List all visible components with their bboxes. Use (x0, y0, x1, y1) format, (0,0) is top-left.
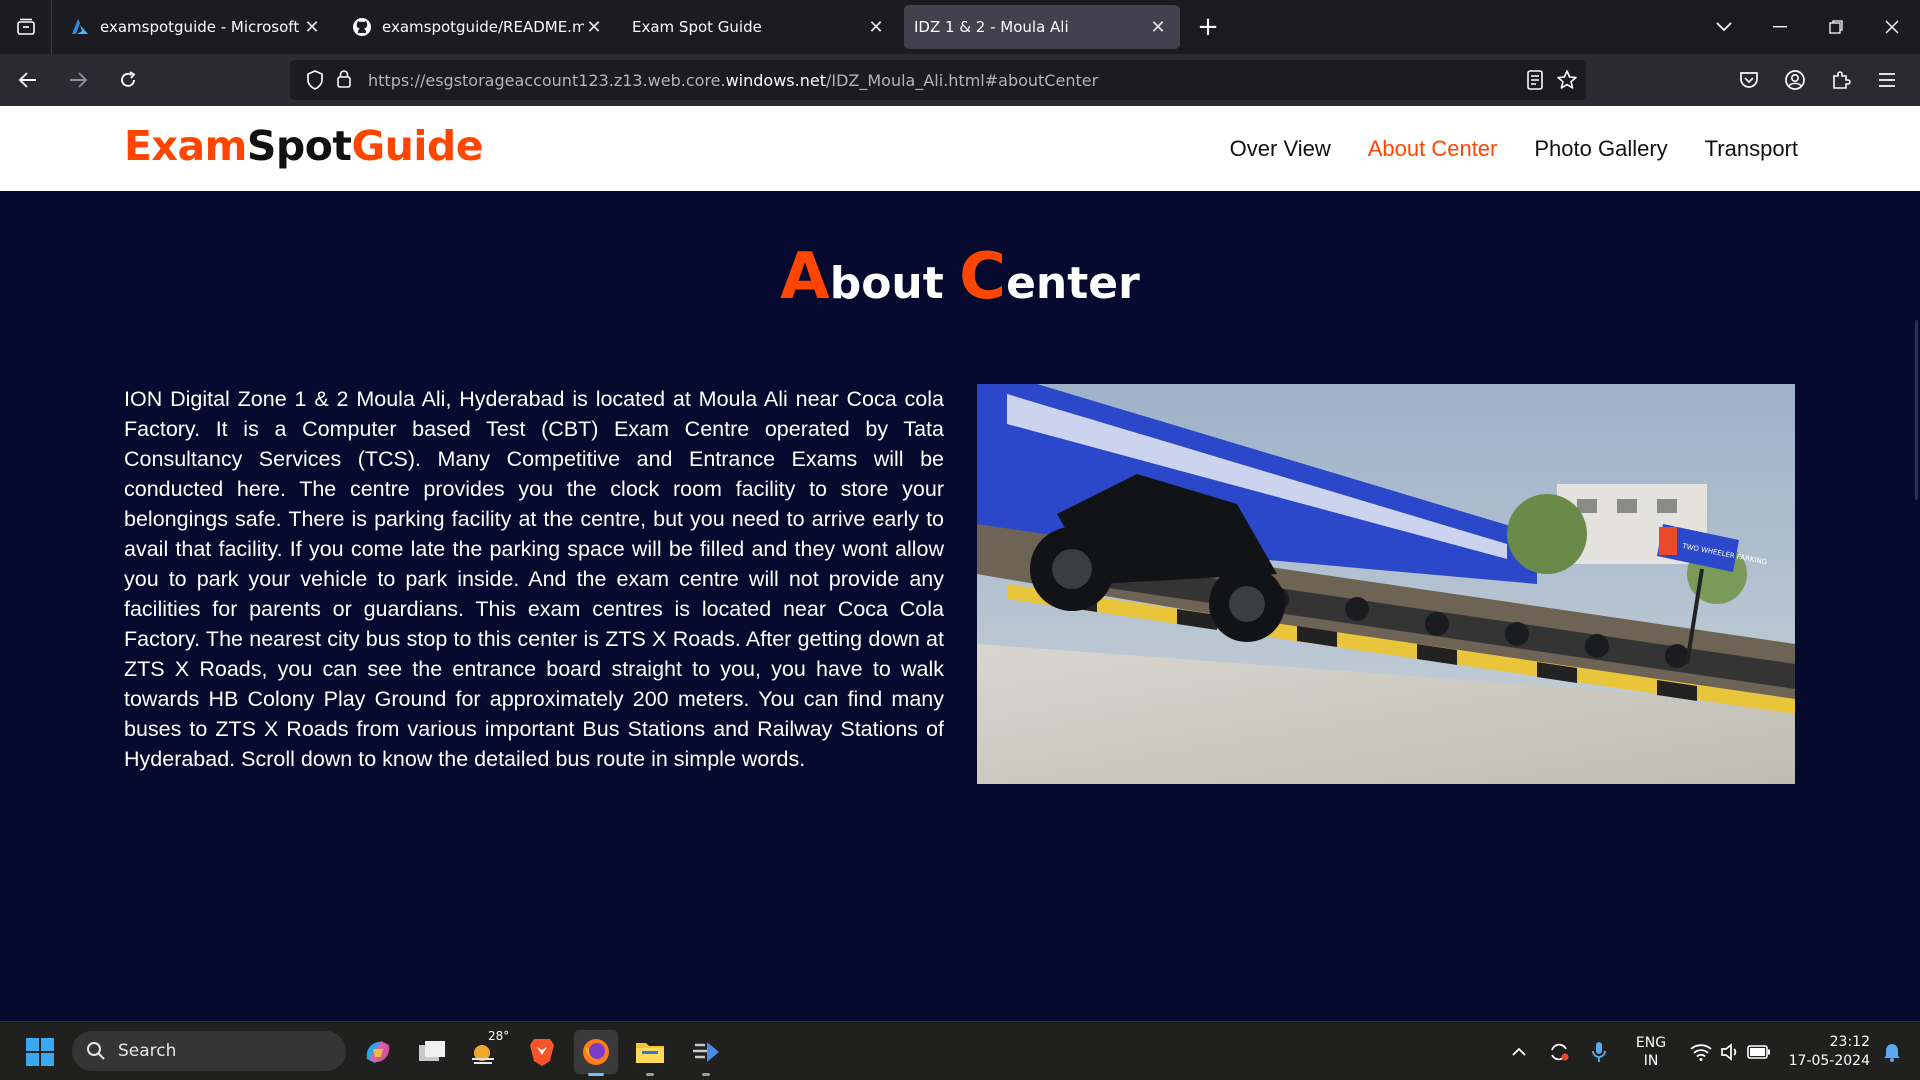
nav-transport[interactable]: Transport (1705, 136, 1798, 162)
about-description: ION Digital Zone 1 & 2 Moula Ali, Hydera… (124, 387, 944, 771)
volume-icon[interactable] (1716, 1022, 1744, 1080)
taskbar-clock[interactable]: 23:12 17-05-2024 (1780, 1022, 1870, 1080)
app-icon[interactable] (684, 1030, 728, 1076)
reader-view-icon[interactable] (1526, 70, 1544, 94)
close-tab-icon[interactable]: ✕ (302, 17, 322, 38)
parking-photo: TWO WHEELER PARKING (977, 384, 1795, 784)
menu-icon[interactable] (1864, 57, 1910, 103)
running-indicator (588, 1073, 604, 1076)
reload-icon (121, 71, 136, 87)
nav-about-center[interactable]: About Center (1368, 136, 1498, 162)
microphone-icon[interactable] (1582, 1022, 1616, 1080)
browser-nav-bar: https://esgstorageaccount123.z13.web.cor… (0, 54, 1920, 106)
task-view-icon[interactable] (410, 1030, 454, 1074)
tab-title: examspotguide - Microsoft Azure (100, 18, 302, 36)
tab-title: Exam Spot Guide (632, 18, 762, 36)
tab-azure[interactable]: examspotguide - Microsoft Azure ✕ (58, 5, 334, 49)
copilot-icon[interactable] (356, 1030, 400, 1074)
firefox-icon[interactable] (574, 1030, 618, 1076)
brave-browser-icon[interactable] (520, 1030, 564, 1074)
site-nav: Over View About Center Photo Gallery Tra… (1193, 106, 1798, 191)
reload-button[interactable] (106, 58, 150, 102)
logo-part-exam: Exam (124, 122, 247, 170)
tab-title: IDZ 1 & 2 - Moula Ali (914, 18, 1069, 36)
clock-time: 23:12 (1829, 1033, 1870, 1050)
new-tab-button[interactable]: + (1188, 7, 1228, 47)
nav-photo-gallery[interactable]: Photo Gallery (1534, 136, 1667, 162)
weather-widget[interactable]: 28° (464, 1029, 510, 1074)
azure-icon (70, 17, 90, 37)
sync-icon[interactable] (1542, 1022, 1576, 1080)
title-cap-c: C (959, 240, 1007, 314)
forward-button[interactable] (56, 58, 100, 102)
browser-tab-bar: examspotguide - Microsoft Azure ✕ examsp… (0, 0, 1920, 54)
file-explorer-icon[interactable] (628, 1030, 672, 1076)
windows-taskbar: Search 28° ENG IN 23:12 17-05-2024 (0, 1021, 1920, 1080)
running-indicator (702, 1073, 710, 1076)
pocket-icon[interactable] (1726, 57, 1772, 103)
windows-logo-icon (26, 1038, 54, 1066)
close-tab-icon[interactable]: ✕ (584, 17, 604, 38)
tab-list-icon (16, 18, 35, 35)
page-scrollbar[interactable] (1915, 320, 1918, 500)
shield-icon[interactable] (306, 70, 324, 94)
logo-part-guide: Guide (351, 122, 484, 170)
close-window-icon[interactable] (1864, 0, 1920, 54)
back-button[interactable] (6, 58, 50, 102)
close-tab-icon[interactable]: ✕ (866, 17, 886, 38)
tab-github[interactable]: examspotguide/README.md at main ✕ (340, 5, 616, 49)
lang-code: ENG (1635, 1034, 1667, 1051)
running-indicator (646, 1073, 654, 1076)
wifi-icon[interactable] (1686, 1022, 1716, 1080)
section-title: About Center (0, 240, 1920, 314)
url-text[interactable]: https://esgstorageaccount123.z13.web.cor… (368, 71, 1098, 90)
github-icon (352, 17, 372, 37)
tab-list-button[interactable] (0, 0, 52, 54)
site-logo[interactable]: ExamSpotGuide (124, 122, 484, 170)
lock-icon[interactable] (336, 69, 352, 93)
title-rest-enter: enter (1006, 258, 1140, 309)
tab-idz-moula-ali[interactable]: IDZ 1 & 2 - Moula Ali ✕ (904, 5, 1180, 49)
clock-date: 17-05-2024 (1788, 1052, 1870, 1069)
notification-bell-icon[interactable] (1878, 1022, 1906, 1080)
bookmark-star-icon[interactable] (1556, 69, 1578, 95)
weather-temp: 28° (488, 1029, 510, 1043)
tab-exam-spot-guide[interactable]: Exam Spot Guide ✕ (622, 5, 898, 49)
start-button[interactable] (18, 1030, 62, 1074)
url-host: windows.net (725, 70, 826, 90)
show-hidden-icons-chevron-icon[interactable] (1504, 1022, 1534, 1080)
minimize-window-icon[interactable] (1752, 0, 1808, 54)
battery-icon[interactable] (1744, 1022, 1774, 1080)
search-icon (87, 1042, 105, 1060)
close-tab-icon[interactable]: ✕ (1148, 17, 1168, 38)
title-cap-a: A (780, 240, 830, 314)
back-arrow-icon (18, 72, 36, 88)
extensions-icon[interactable] (1818, 57, 1864, 103)
taskbar-search[interactable]: Search (72, 1031, 346, 1071)
site-header: ExamSpotGuide Over View About Center Pho… (0, 106, 1920, 191)
list-all-tabs-icon[interactable] (1696, 0, 1752, 54)
lang-region: IN (1643, 1052, 1659, 1069)
tab-title: examspotguide/README.md at main (382, 18, 584, 36)
logo-part-spot: Spot (246, 122, 352, 170)
forward-arrow-icon (70, 72, 88, 88)
nav-overview[interactable]: Over View (1230, 136, 1331, 162)
address-bar[interactable]: https://esgstorageaccount123.z13.web.cor… (290, 60, 1586, 100)
account-icon[interactable] (1772, 57, 1818, 103)
restore-window-icon[interactable] (1808, 0, 1864, 54)
url-suffix: /IDZ_Moula_Ali.html#aboutCenter (825, 70, 1099, 90)
input-language-indicator[interactable]: ENG IN (1626, 1022, 1676, 1080)
url-prefix: https://esgstorageaccount123.z13.web.cor… (368, 70, 726, 90)
title-rest-bout: bout (829, 258, 960, 309)
search-label: Search (118, 1041, 177, 1061)
